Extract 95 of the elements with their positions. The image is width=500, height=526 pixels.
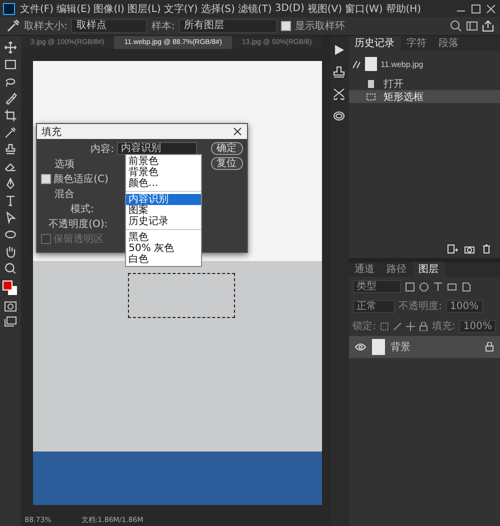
eyedropper-icon[interactable] <box>6 19 20 33</box>
stamp-icon[interactable] <box>333 66 346 78</box>
maximize-icon[interactable] <box>470 2 482 14</box>
lock-label: 锁定: <box>352 320 376 333</box>
shape-filter-icon[interactable] <box>446 282 457 292</box>
show-ring-label: 显示取样环 <box>294 20 345 33</box>
smart-object-filter-icon[interactable] <box>460 282 471 292</box>
sample-select[interactable]: 所有图层 <box>178 19 277 33</box>
trash-icon[interactable] <box>481 244 492 254</box>
panel-tab[interactable]: 历史记录 <box>348 36 401 51</box>
menu-item[interactable]: 选择(S) <box>200 2 235 16</box>
menu-item[interactable]: 滤镜(T) <box>238 2 272 16</box>
dropdown-option[interactable]: 白色 <box>126 254 201 265</box>
options-heading: 选项 <box>54 158 75 170</box>
play-icon[interactable] <box>333 44 346 56</box>
panel-tab[interactable]: 图层 <box>412 262 445 277</box>
color-swatch-icon[interactable] <box>2 279 18 297</box>
menu-item[interactable]: 文字(Y) <box>164 2 198 16</box>
lock-icon[interactable] <box>419 322 428 330</box>
reset-button[interactable]: 复位 <box>210 157 243 170</box>
dropdown-option[interactable]: 历史记录 <box>126 216 201 227</box>
dropdown-option[interactable]: 背景色 <box>126 167 201 178</box>
close-icon[interactable] <box>232 127 242 136</box>
blend-heading: 混合 <box>54 188 75 200</box>
document-icon <box>366 78 376 88</box>
checkbox[interactable] <box>280 21 291 31</box>
dropdown-option[interactable]: 前景色 <box>126 156 201 167</box>
opacity-field[interactable]: 100% <box>446 300 483 312</box>
type-filter-icon[interactable] <box>432 282 443 292</box>
menu-item[interactable]: 帮助(H) <box>386 2 422 16</box>
color-adapt-label: 颜色适应(C) <box>54 172 108 186</box>
panel-tab[interactable]: 路径 <box>380 262 413 277</box>
zoom-icon[interactable] <box>4 262 17 275</box>
sample-label: 样本: <box>151 20 175 33</box>
ok-button[interactable]: 确定 <box>210 142 243 155</box>
checkbox[interactable] <box>40 174 51 184</box>
menu-item[interactable]: 3D(D) <box>274 3 304 14</box>
menu-item[interactable]: 编辑(E) <box>56 2 91 16</box>
panel-tab[interactable]: 通道 <box>348 262 381 277</box>
layer-name: 背景 <box>390 340 411 354</box>
history-state[interactable]: 矩形选框 <box>348 90 500 103</box>
content-label: 内容: <box>90 142 114 156</box>
menu-item[interactable]: 图层(L) <box>127 2 161 16</box>
scissors-icon[interactable] <box>333 88 346 100</box>
workspace-icon[interactable] <box>466 20 478 32</box>
history-state[interactable]: 打开 <box>348 77 500 90</box>
text-icon[interactable] <box>4 194 17 207</box>
sample-size-select[interactable]: 取样点 <box>71 19 148 33</box>
mode-label: 模式: <box>70 202 94 216</box>
preserve-transparency-label: 保留透明区 <box>54 232 104 246</box>
opacity-label: 不透明度: <box>398 300 442 313</box>
dropdown-option[interactable]: 黑色 <box>126 232 201 243</box>
dropdown-option[interactable]: 颜色... <box>126 178 201 189</box>
pen-icon[interactable] <box>4 177 17 190</box>
menu-item[interactable]: 视图(V) <box>307 2 342 16</box>
hand-icon[interactable] <box>4 245 17 258</box>
panel-tab[interactable]: 段落 <box>432 36 465 51</box>
stamp-icon[interactable] <box>4 143 17 156</box>
snapshot-name[interactable]: 11.webp.jpg <box>380 60 424 68</box>
fill-field[interactable]: 100% <box>459 320 496 332</box>
spiral-icon[interactable] <box>333 110 346 122</box>
app-logo-icon <box>3 2 15 14</box>
opacity-label: 不透明度(O): <box>48 218 108 230</box>
sample-size-label: 取样大小: <box>24 20 68 33</box>
layer-filter-select[interactable]: 类型 <box>352 280 401 293</box>
menu-item[interactable]: 文件(F) <box>20 2 54 16</box>
marquee-icon <box>366 92 376 102</box>
screen-mode-icon[interactable] <box>4 316 17 327</box>
share-icon[interactable] <box>482 20 494 32</box>
snapshot-thumbnail <box>364 57 377 71</box>
new-document-icon[interactable] <box>447 244 458 254</box>
dropdown-option[interactable]: 图案 <box>126 205 201 216</box>
panel-tab[interactable]: 字符 <box>400 36 433 51</box>
menu-item[interactable]: 图像(I) <box>94 2 124 16</box>
image-filter-icon[interactable] <box>404 282 415 292</box>
adjustment-filter-icon[interactable] <box>418 282 429 292</box>
lock-pixels-icon[interactable] <box>380 322 390 330</box>
camera-icon[interactable] <box>464 244 476 254</box>
blend-mode-select[interactable]: 正常 <box>352 300 395 312</box>
pointer-icon[interactable] <box>4 211 17 224</box>
dialog-title: 填充 <box>42 126 62 138</box>
eye-icon[interactable] <box>354 343 366 351</box>
menu-item[interactable]: 窗口(W) <box>345 2 383 16</box>
crop-icon[interactable] <box>4 109 17 122</box>
content-select[interactable]: 内容识别 <box>117 142 197 155</box>
quick-mask-icon[interactable] <box>4 301 17 312</box>
fill-label: 填充: <box>432 320 456 333</box>
layer-thumbnail <box>372 339 385 355</box>
marquee-icon[interactable] <box>4 58 17 71</box>
dropdown-option[interactable]: 50% 灰色 <box>126 243 201 254</box>
layer-row[interactable]: 背景 <box>348 336 500 358</box>
eyedropper-icon[interactable] <box>4 126 17 139</box>
close-icon[interactable] <box>485 2 497 14</box>
search-icon[interactable] <box>450 20 462 32</box>
dropdown-option[interactable]: 内容识别 <box>126 194 201 205</box>
